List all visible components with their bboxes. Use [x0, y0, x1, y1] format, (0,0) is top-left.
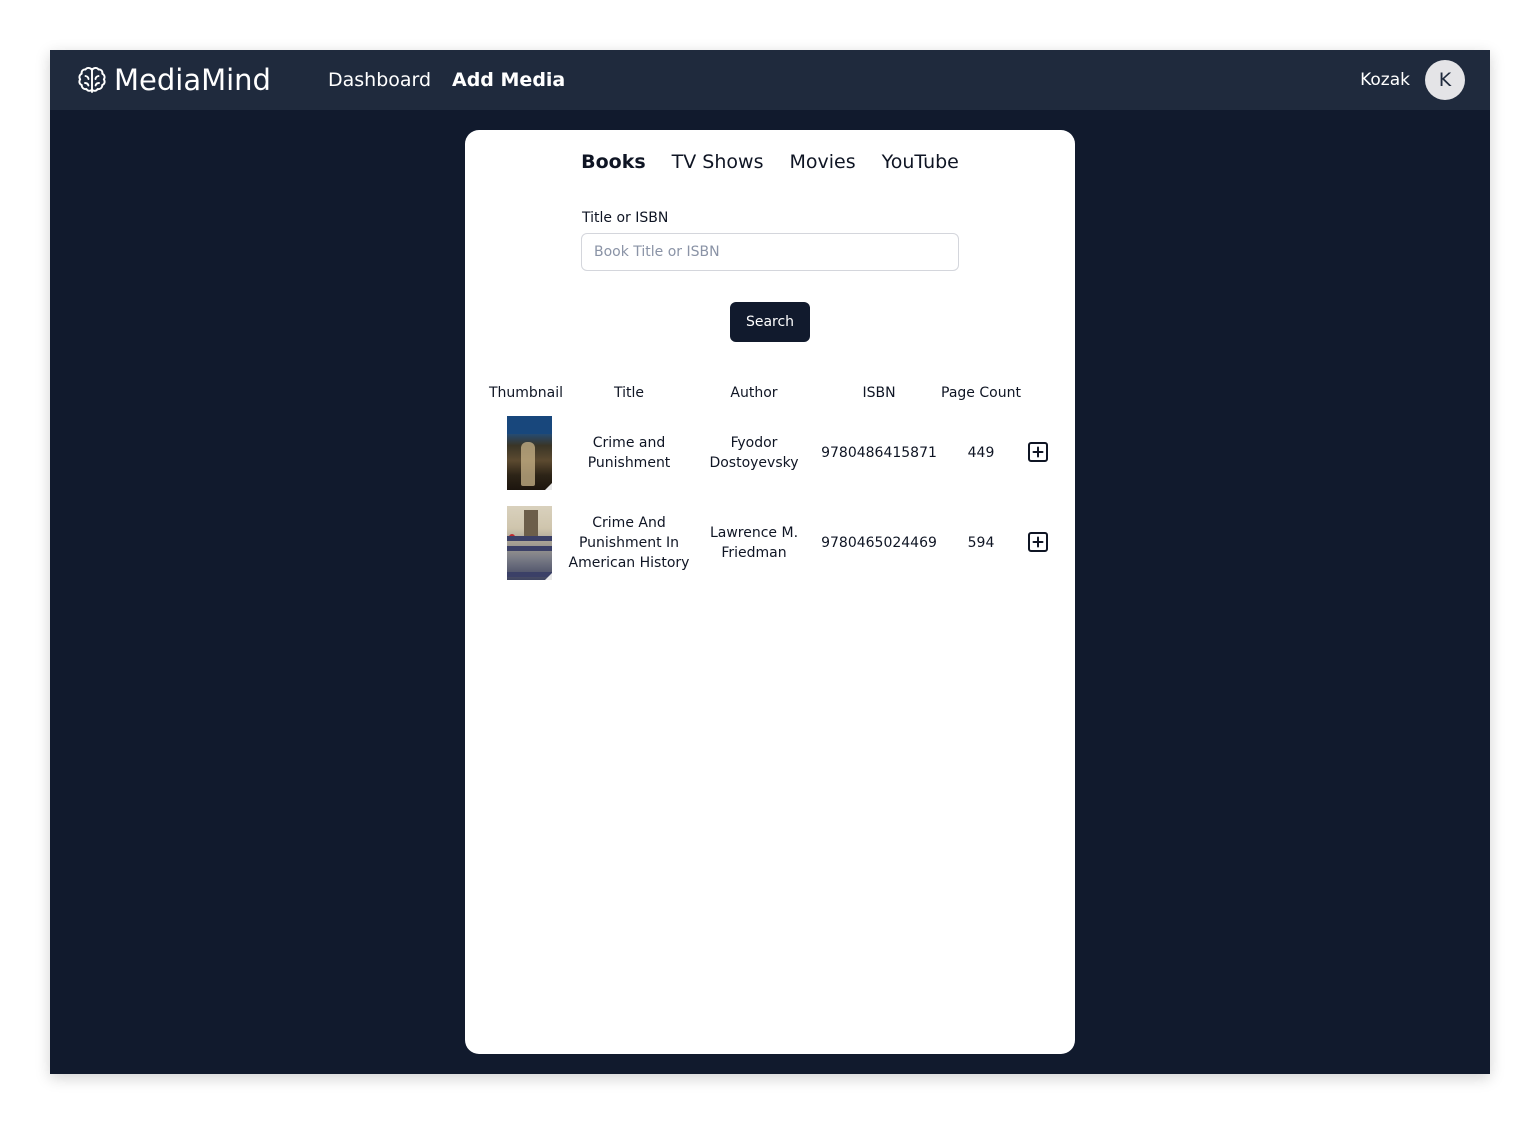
column-header-title: Title [613, 385, 644, 401]
table-header-row: Thumbnail Title Author ISBN Page Count [485, 378, 1055, 408]
column-header-page-count: Page Count [941, 385, 1021, 401]
add-cell [1021, 408, 1055, 498]
search-label: Title or ISBN [582, 210, 669, 226]
media-type-tabs: Books TV Shows Movies YouTube [465, 148, 1075, 176]
tab-tv-shows[interactable]: TV Shows [672, 148, 764, 176]
results-table: Thumbnail Title Author ISBN Page Count C… [485, 378, 1055, 588]
column-header-add [1021, 378, 1055, 408]
author-cell: Fyodor Dostoyevsky [709, 435, 799, 471]
user-name: Kozak [1360, 70, 1410, 90]
avatar[interactable]: K [1425, 60, 1465, 100]
thumbnail-cell [485, 408, 567, 498]
brain-icon [76, 64, 108, 96]
book-thumbnail [507, 506, 552, 580]
navbar: MediaMind Dashboard Add Media Kozak K [50, 50, 1490, 110]
isbn-cell: 9780465024469 [821, 535, 937, 551]
book-thumbnail [507, 416, 552, 490]
search-input[interactable] [581, 233, 959, 271]
add-book-button[interactable] [1028, 442, 1048, 462]
page-count-cell: 594 [967, 535, 995, 551]
add-cell [1021, 498, 1055, 588]
plus-square-icon [1032, 446, 1044, 458]
page-count-cell: 449 [967, 445, 995, 461]
tab-books[interactable]: Books [581, 148, 646, 176]
tab-youtube[interactable]: YouTube [882, 148, 959, 176]
app-window: MediaMind Dashboard Add Media Kozak K Bo… [50, 50, 1490, 1074]
thumbnail-cell [485, 498, 567, 588]
column-header-thumbnail: Thumbnail [488, 385, 564, 401]
table-row: Crime And Punishment In American History… [485, 498, 1055, 588]
brand-name: MediaMind [114, 63, 271, 97]
brand[interactable]: MediaMind [76, 62, 271, 98]
title-cell: Crime and Punishment [587, 435, 671, 471]
add-media-panel: Books TV Shows Movies YouTube Title or I… [465, 130, 1075, 1054]
search-button[interactable]: Search [730, 302, 810, 342]
plus-square-icon [1032, 536, 1044, 548]
nav-link-add-media[interactable]: Add Media [452, 67, 565, 93]
table-row: Crime and Punishment Fyodor Dostoyevsky … [485, 408, 1055, 498]
avatar-initial: K [1438, 69, 1452, 91]
isbn-cell: 9780486415871 [821, 445, 937, 461]
nav-link-dashboard[interactable]: Dashboard [328, 67, 431, 93]
author-cell: Lawrence M. Friedman [709, 525, 799, 561]
title-cell: Crime And Punishment In American History [568, 515, 690, 571]
column-header-author: Author [730, 385, 778, 401]
column-header-isbn: ISBN [862, 385, 896, 401]
tab-movies[interactable]: Movies [789, 148, 855, 176]
add-book-button[interactable] [1028, 532, 1048, 552]
